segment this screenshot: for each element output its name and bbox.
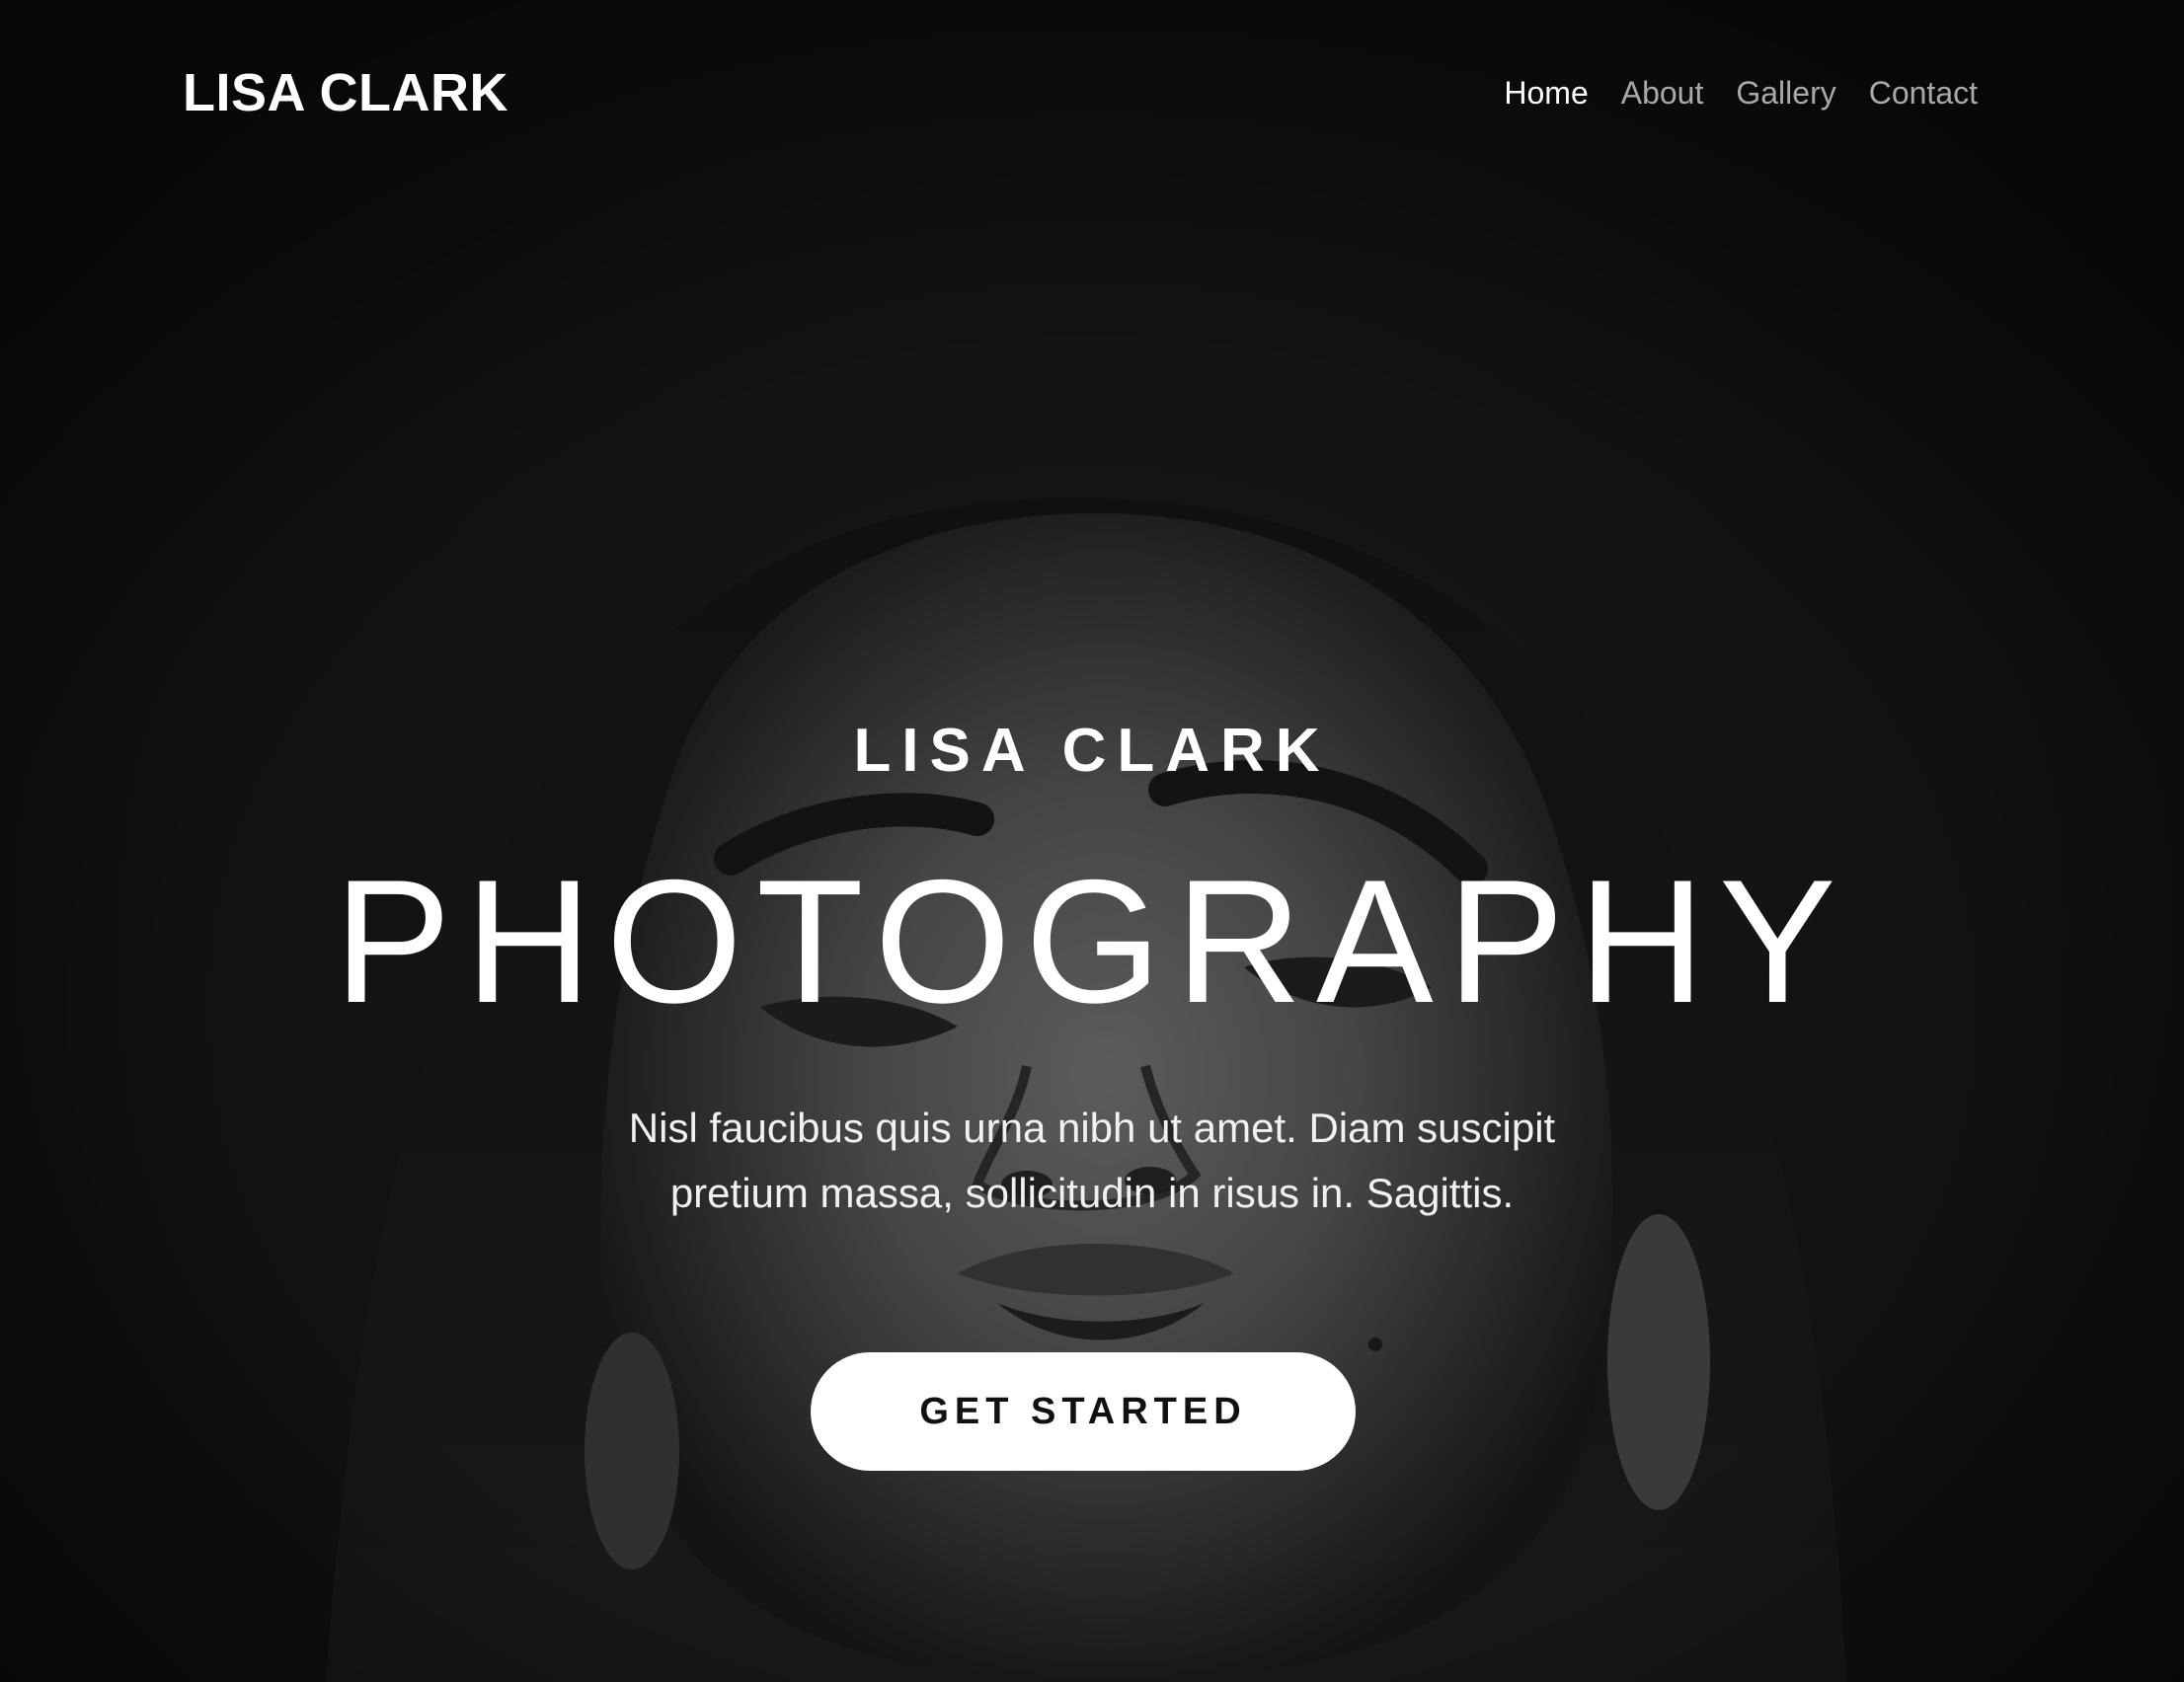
nav-item-home[interactable]: Home bbox=[1504, 75, 1588, 112]
get-started-button[interactable]: GET STARTED bbox=[811, 1352, 1356, 1471]
hero-description: Nisl faucibus quis urna nibh ut amet. Di… bbox=[0, 1096, 2184, 1226]
site-header: LISA CLARK Home About Gallery Contact bbox=[183, 57, 1978, 128]
hero-description-line: pretium massa, sollicitudin in risus in.… bbox=[669, 1170, 1515, 1216]
hero-kicker: LISA CLARK bbox=[853, 717, 1331, 785]
hero-page: LISA CLARK Home About Gallery Contact LI… bbox=[0, 0, 2184, 1682]
nav-item-about[interactable]: About bbox=[1621, 75, 1704, 112]
hero-description-line: Nisl faucibus quis urna nibh ut amet. Di… bbox=[628, 1105, 1556, 1151]
nav-item-contact[interactable]: Contact bbox=[1869, 75, 1978, 112]
site-logo[interactable]: LISA CLARK bbox=[183, 62, 508, 123]
nav-item-gallery[interactable]: Gallery bbox=[1736, 75, 1835, 112]
hero-title: PHOTOGRAPHY bbox=[334, 843, 1850, 1039]
main-nav: Home About Gallery Contact bbox=[1504, 75, 1978, 112]
